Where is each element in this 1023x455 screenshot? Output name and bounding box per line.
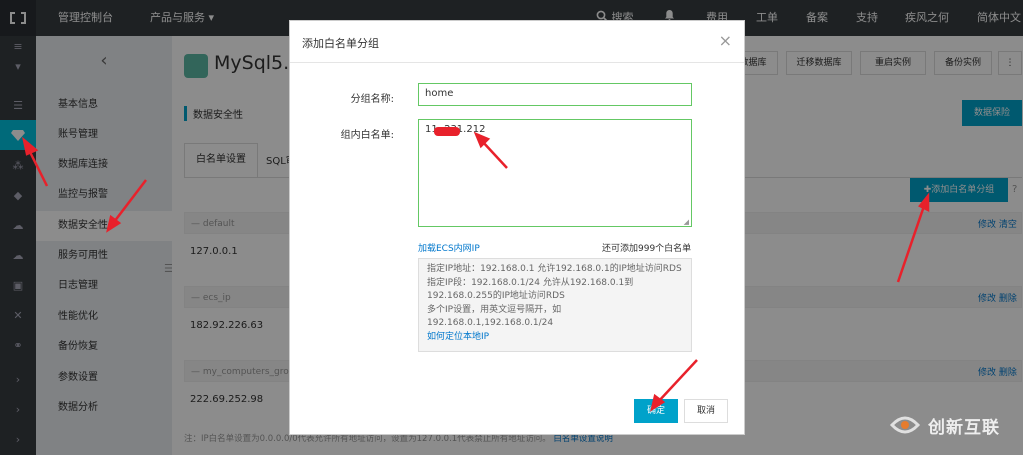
whitelist-textarea[interactable]: 11 .231.212 ◢ (418, 119, 692, 227)
watermark-text: 创新互联 (928, 417, 1000, 438)
tip-line: 多个IP设置，用英文逗号隔开，如 (427, 304, 562, 315)
close-icon[interactable]: × (719, 31, 732, 50)
watermark-logo-icon (889, 416, 921, 434)
dialog-title: 添加白名单分组 (302, 37, 379, 50)
tip-line: 192.168.0.255的IP地址访问RDS (427, 291, 565, 302)
dialog-header: 添加白名单分组 × (290, 21, 744, 63)
tip-line: 指定IP地址：192.168.0.1 允许192.168.0.1的IP地址访问R… (427, 264, 682, 274)
group-name-label: 分组名称: (350, 94, 394, 105)
load-ecs-ip-link[interactable]: 加载ECS内网IP (418, 241, 480, 254)
resize-handle-icon[interactable]: ◢ (684, 218, 689, 226)
group-name-input[interactable]: home (418, 83, 692, 106)
watermark: 创新互联 (888, 408, 1018, 442)
add-whitelist-dialog: 添加白名单分组 × 分组名称: home 组内白名单: 11 .231.212 … (289, 20, 745, 435)
remaining-count: 还可添加999个白名单 (602, 244, 692, 254)
confirm-button[interactable]: 确定 (634, 399, 678, 423)
cancel-button[interactable]: 取消 (684, 399, 728, 423)
tip-line: 指定IP段：192.168.0.1/24 允许从192.168.0.1到 (427, 277, 634, 288)
locate-ip-link[interactable]: 如何定位本地IP (427, 331, 683, 345)
whitelist-tips: 指定IP地址：192.168.0.1 允许192.168.0.1的IP地址访问R… (418, 258, 692, 352)
tip-line: 192.168.0.1,192.168.0.1/24 (427, 318, 554, 329)
redaction-mark (434, 127, 460, 136)
whitelist-label: 组内白名单: (340, 130, 394, 141)
